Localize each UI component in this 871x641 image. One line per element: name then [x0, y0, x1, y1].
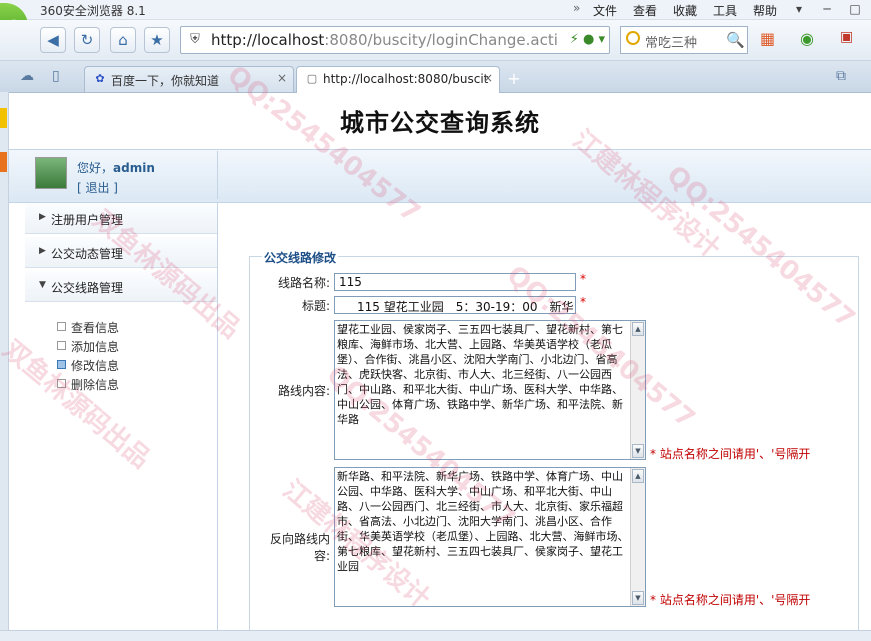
nav-section-routes[interactable]: ▼ 公交线路管理	[25, 271, 217, 302]
page-title: 城市公交查询系统	[340, 108, 540, 137]
tab-localhost[interactable]: ▢ http://localhost:8080/buscit ×	[296, 66, 500, 93]
maximize-button[interactable]: □	[842, 0, 868, 18]
left-nav: ▶ 注册用户管理 ▶ 公交动态管理 ▼ 公交线路管理 查看信息 添加信息 修改信…	[25, 203, 218, 640]
user-greeting: 您好，admin	[77, 161, 155, 175]
shield-icon: ⛨	[190, 32, 200, 47]
sidebar-toggle-icon[interactable]: ▯	[52, 68, 60, 84]
caret-right-icon: ▶	[39, 246, 46, 256]
tab-bar: ☁ ▯ ✿ 百度一下，你就知道 × ▢ http://localhost:808…	[0, 61, 871, 93]
reverse-content-textarea[interactable]: 新华路、和平法院、新华广场、铁路中学、体育广场、中山公园、中华路、医科大学、中山…	[334, 467, 646, 607]
textarea-scrollbar[interactable]: ▲ ▼	[630, 468, 645, 606]
search-placeholder[interactable]: 常吃三种	[645, 32, 697, 51]
page-icon: ▢	[306, 72, 318, 85]
browser-title-bar: 360安全浏览器 8.1 » 文件 查看 收藏 工具 帮助 ▾ ─ □	[0, 0, 871, 20]
panel-title: 公交线路修改	[262, 249, 339, 266]
cloud-icon[interactable]: ☁	[20, 68, 34, 84]
close-tab-icon[interactable]: ×	[277, 71, 287, 85]
scroll-down-icon[interactable]: ▼	[632, 591, 644, 605]
avatar	[35, 157, 67, 189]
reverse-content-hint: * 站点名称之间请用'、'号隔开	[650, 593, 811, 607]
double-chevron-icon[interactable]: »	[573, 1, 580, 15]
skin-icon[interactable]: ▾	[786, 0, 812, 18]
url-text[interactable]: http://localhost:8080/buscity/loginChang…	[211, 31, 558, 49]
logout-link[interactable]: [ 退出 ]	[77, 179, 118, 196]
required-mark: *	[580, 295, 586, 309]
browser-toolbar: ◀ ↻ ⌂ ★ ⛨ http://localhost:8080/buscity/…	[0, 20, 871, 61]
favorite-button[interactable]: ★	[144, 27, 170, 53]
user-box: 您好，admin [ 退出 ]	[25, 151, 218, 199]
back-button[interactable]: ◀	[40, 27, 66, 53]
url-action-icons[interactable]: ⚡ ● ▾	[570, 32, 605, 47]
route-content-hint: * 站点名称之间请用'、'号隔开	[650, 447, 811, 461]
tab-label: 百度一下，你就知道	[111, 74, 220, 88]
required-mark: *	[580, 272, 586, 286]
new-tab-button[interactable]: +	[503, 69, 525, 89]
star-icon: ★	[150, 31, 164, 49]
menu-file[interactable]: 文件	[593, 2, 617, 19]
status-bar	[0, 630, 871, 641]
side-strip-badge[interactable]	[0, 108, 7, 128]
apps-grid-icon[interactable]: ▦	[760, 29, 775, 48]
scroll-up-icon[interactable]: ▲	[632, 469, 644, 483]
paw-icon: ✿	[95, 72, 105, 85]
address-bar[interactable]: ⛨ http://localhost:8080/buscity/loginCha…	[180, 26, 610, 54]
menu-favorites[interactable]: 收藏	[673, 2, 697, 19]
menu-tools[interactable]: 工具	[713, 2, 737, 19]
textarea-scrollbar[interactable]: ▲ ▼	[630, 321, 645, 459]
tab-list-icon[interactable]: ⧉	[836, 68, 846, 84]
route-edit-panel: 公交线路修改 线路名称: 115 * 标题: 115 望花工业园 5：30-19…	[249, 249, 859, 640]
route-name-input[interactable]: 115	[334, 273, 576, 291]
username: admin	[113, 161, 155, 175]
scroll-down-icon[interactable]: ▼	[632, 444, 644, 458]
menu-view[interactable]: 查看	[633, 2, 657, 19]
title-label: 标题:	[301, 299, 330, 313]
caret-right-icon: ▶	[39, 212, 46, 222]
back-arrow-icon: ◀	[47, 31, 59, 49]
tab-baidu[interactable]: ✿ 百度一下，你就知道 ×	[84, 66, 294, 92]
search-icon[interactable]: 🔍	[726, 31, 745, 49]
title-input[interactable]: 115 望花工业园 5：30-19：00 新华	[334, 296, 576, 314]
search-engine-icon[interactable]	[626, 31, 640, 45]
browser-app-title: 360安全浏览器 8.1	[40, 4, 146, 18]
nav-section-dynamics[interactable]: ▶ 公交动态管理	[25, 237, 217, 268]
tab-label: http://localhost:8080/buscit	[323, 72, 489, 86]
caret-down-icon: ▼	[39, 280, 46, 290]
reverse-content-label: 反向路线内容:	[269, 532, 330, 563]
scroll-up-icon[interactable]: ▲	[632, 322, 644, 336]
refresh-button[interactable]: ↻	[74, 27, 100, 53]
bullet-icon	[57, 322, 66, 331]
security-icon[interactable]: ◉	[800, 29, 814, 48]
bullet-icon	[57, 360, 66, 369]
web-page: 城市公交查询系统 您好，admin [ 退出 ] ▶ 注册用户管理 ▶ 公交动态…	[9, 93, 871, 640]
bullet-icon	[57, 341, 66, 350]
nav-section-users[interactable]: ▶ 注册用户管理	[25, 203, 217, 234]
home-icon: ⌂	[118, 31, 128, 49]
route-content-textarea[interactable]: 望花工业园、侯家岗子、三五四七装具厂、望花新村、第七粮库、海鲜市场、北大营、上园…	[334, 320, 646, 460]
browser-side-strip	[0, 92, 9, 640]
route-content-label: 路线内容:	[277, 384, 330, 398]
side-strip-badge[interactable]	[0, 152, 7, 172]
home-button[interactable]: ⌂	[110, 27, 136, 53]
minimize-button[interactable]: ─	[814, 0, 840, 18]
route-name-label: 线路名称:	[277, 276, 330, 290]
close-tab-icon[interactable]: ×	[483, 71, 493, 85]
refresh-icon: ↻	[80, 31, 94, 49]
menu-help[interactable]: 帮助	[753, 2, 777, 19]
translate-icon[interactable]: ▣	[840, 29, 853, 45]
bullet-icon	[57, 379, 66, 388]
